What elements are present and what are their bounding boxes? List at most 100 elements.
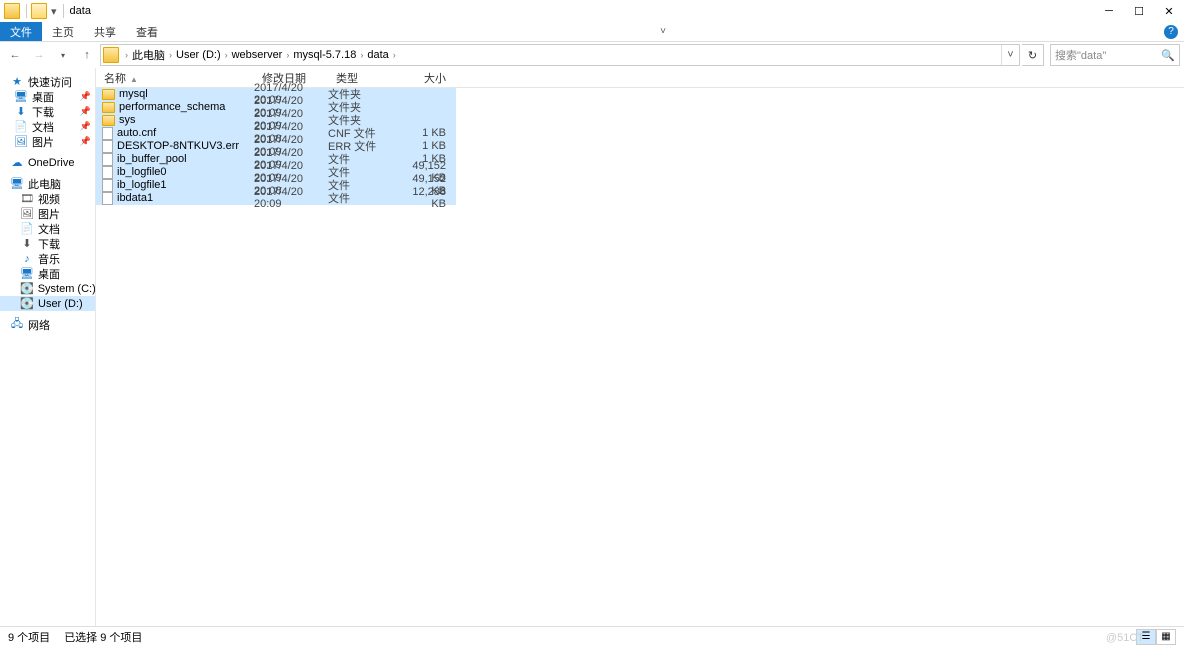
tree-item[interactable]: 📄文档📌 [0,119,95,134]
pin-icon: 📌 [80,106,91,117]
file-list-pane: 名称 修改日期 类型 大小 mysql2017/4/20 20:09文件夹per… [96,68,1184,628]
nav-row: ← → ▾ ↑ › 此电脑›User (D:)›webserver›mysql-… [0,42,1184,68]
tree-item[interactable]: 📄文档 [0,221,95,236]
file-name: sys [119,114,136,126]
chevron-right-icon[interactable]: › [358,50,365,60]
window-controls: ─ ☐ ✕ [1094,0,1184,22]
file-name: ib_buffer_pool [117,153,187,165]
tree-onedrive[interactable]: ☁ OneDrive [0,155,95,170]
tree-item[interactable]: 🎞视频 [0,191,95,206]
close-button[interactable]: ✕ [1154,0,1184,22]
breadcrumb-item[interactable]: User (D:) [174,45,223,65]
tree-item[interactable]: ♪音乐 [0,251,95,266]
body: ★ 快速访问 🖥桌面📌⬇下载📌📄文档📌🖼图片📌 ☁ OneDrive 🖥 此电脑… [0,68,1184,628]
ribbon-tab-1[interactable]: 主页 [42,22,84,41]
item-icon: 🖥 [20,267,34,281]
watermark: @51CT [1106,632,1144,644]
folder-icon [102,102,115,113]
folder-icon [4,3,20,19]
recent-dropdown[interactable]: ▾ [52,44,74,66]
item-icon: 💽 [20,282,34,296]
ribbon-collapse-icon[interactable]: ˅ [660,26,666,37]
chevron-right-icon[interactable]: › [391,50,398,60]
file-icon [102,179,113,192]
divider [26,4,27,18]
back-button[interactable]: ← [4,44,26,66]
tree-item[interactable]: ⬇下载📌 [0,104,95,119]
breadcrumb-item[interactable]: 此电脑 [130,45,167,65]
file-icon [102,192,113,205]
file-name: ib_logfile1 [117,179,167,191]
help-icon[interactable]: ? [1164,25,1178,39]
tree-item[interactable]: 🖼图片📌 [0,134,95,149]
star-icon: ★ [10,75,24,89]
pin-icon: 📌 [80,91,91,102]
folder-icon [102,89,115,100]
network-icon: 🖧 [10,318,24,332]
item-icon: 💽 [20,297,34,311]
window-title: data [70,5,91,17]
tree-item[interactable]: 🖼图片 [0,206,95,221]
cloud-icon: ☁ [10,156,24,170]
maximize-button[interactable]: ☐ [1124,0,1154,22]
address-bar[interactable]: › 此电脑›User (D:)›webserver›mysql-5.7.18›d… [100,44,1020,66]
tree-this-pc[interactable]: 🖥 此电脑 [0,176,95,191]
breadcrumb-item[interactable]: webserver [230,45,285,65]
tree-quick-access[interactable]: ★ 快速访问 [0,74,95,89]
tree-item[interactable]: 💽System (C:) [0,281,95,296]
item-icon: ⬇ [20,237,34,251]
file-size: 1 KB [402,140,454,152]
pin-icon: 📌 [80,136,91,147]
column-size[interactable]: 大小 [402,70,454,86]
folder-icon [31,3,47,19]
status-count: 9 个项目 [8,629,50,645]
file-size: 1 KB [402,127,454,139]
divider [63,4,64,18]
tree-item[interactable]: 🖥桌面📌 [0,89,95,104]
qat-dropdown-icon[interactable]: ▾ [51,5,57,18]
file-list: mysql2017/4/20 20:09文件夹performance_schem… [96,88,456,205]
up-button[interactable]: ↑ [76,44,98,66]
column-type[interactable]: 类型 [328,70,402,86]
tree-item[interactable]: 🖥桌面 [0,266,95,281]
ribbon-tab-3[interactable]: 查看 [126,22,168,41]
tree-item[interactable]: ⬇下载 [0,236,95,251]
item-icon: 📄 [14,120,28,134]
file-size: 12,288 KB [402,186,454,210]
tree-network[interactable]: 🖧 网络 [0,317,95,332]
breadcrumb-item[interactable]: mysql-5.7.18 [291,45,358,65]
ribbon-tab-0[interactable]: 文件 [0,22,42,41]
search-input[interactable]: 搜索"data" 🔍 [1050,44,1180,66]
pc-icon: 🖥 [10,177,24,191]
file-name: performance_schema [119,101,225,113]
minimize-button[interactable]: ─ [1094,0,1124,22]
titlebar: ▾ data ─ ☐ ✕ [0,0,1184,22]
file-icon [102,127,113,140]
forward-button[interactable]: → [28,44,50,66]
search-icon: 🔍 [1161,49,1175,62]
column-name[interactable]: 名称 [96,70,254,86]
file-icon [102,140,113,153]
status-selected: 已选择 9 个项目 [64,629,142,645]
item-icon: 🎞 [20,192,34,206]
file-name: auto.cnf [117,127,156,139]
chevron-right-icon[interactable]: › [223,50,230,60]
view-icons-button[interactable]: ▦ [1156,629,1176,645]
status-bar: 9 个项目 已选择 9 个项目 @51CT ☰ ▦ [0,626,1184,646]
chevron-right-icon[interactable]: › [167,50,174,60]
chevron-right-icon[interactable]: › [123,50,130,60]
breadcrumb-item[interactable]: data [365,45,390,65]
address-dropdown-icon[interactable]: ˅ [1001,45,1019,65]
refresh-button[interactable]: ↻ [1022,44,1044,66]
ribbon-tab-2[interactable]: 共享 [84,22,126,41]
nav-tree: ★ 快速访问 🖥桌面📌⬇下载📌📄文档📌🖼图片📌 ☁ OneDrive 🖥 此电脑… [0,68,96,628]
chevron-right-icon[interactable]: › [284,50,291,60]
folder-icon [102,115,115,126]
file-row[interactable]: ibdata12017/4/20 20:09文件12,288 KB [96,192,456,205]
item-icon: ♪ [20,252,34,266]
file-icon [102,166,113,179]
tree-item[interactable]: 💽User (D:) [0,296,95,311]
item-icon: 🖼 [14,135,28,149]
item-icon: 🖼 [20,207,34,221]
search-placeholder: 搜索"data" [1055,47,1106,63]
